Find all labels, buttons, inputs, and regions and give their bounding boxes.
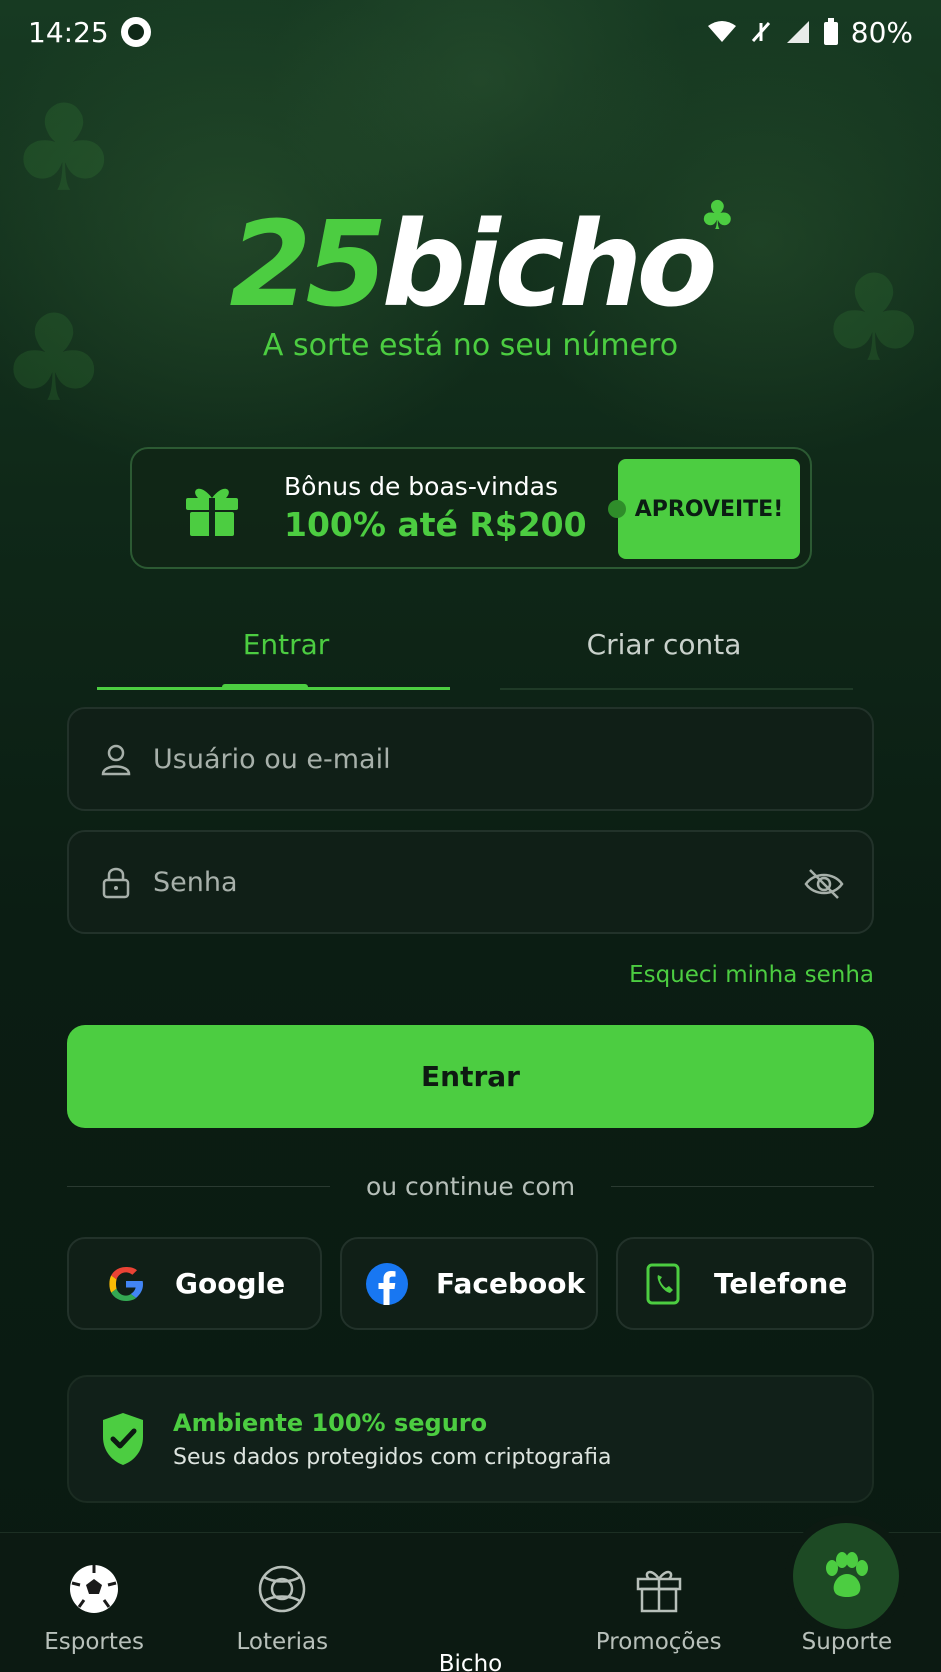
lock-icon	[102, 867, 130, 899]
battery-level: 80%	[850, 15, 913, 49]
facebook-login-button[interactable]: Facebook	[340, 1237, 598, 1330]
nav-label: Loterias	[236, 1629, 329, 1655]
tab-login-label: Entrar	[242, 628, 330, 661]
soccer-ball-icon	[70, 1565, 119, 1613]
username-input[interactable]	[153, 743, 713, 775]
clover-icon: ♣	[699, 193, 736, 239]
tab-signup-label: Criar conta	[586, 628, 742, 661]
nav-label: Esportes	[44, 1629, 144, 1655]
lottery-ball-icon	[259, 1565, 306, 1613]
google-icon	[109, 1266, 143, 1301]
status-time: 14:25	[28, 15, 109, 49]
bottom-navigation: Esportes Loterias Bicho Promoções Suport…	[0, 1523, 941, 1672]
divider-label: ou continue com	[365, 1172, 576, 1201]
bonus-title: Bônus de boas-vindas	[284, 472, 558, 501]
tagline: A sorte está no seu número	[262, 328, 679, 363]
battery-icon	[823, 18, 838, 45]
nav-label: Promoções	[595, 1629, 722, 1655]
social-login-row: Google Facebook Telefone	[67, 1237, 874, 1330]
active-tab-indicator	[222, 684, 308, 690]
facebook-icon	[366, 1262, 408, 1305]
phone-icon	[646, 1263, 680, 1304]
gift-icon	[636, 1570, 681, 1613]
nav-label: Suporte	[801, 1629, 893, 1655]
wifi-icon	[707, 21, 736, 42]
phone-label: Telefone	[714, 1267, 848, 1300]
secure-subtitle: Seus dados protegidos com criptografia	[173, 1444, 612, 1470]
username-field[interactable]	[67, 707, 874, 811]
brand-logo: ♣ 25bicho	[0, 193, 941, 323]
tab-signup[interactable]: Criar conta	[475, 620, 853, 690]
continue-with-divider: ou continue com	[67, 1172, 875, 1201]
clover-decoration: ♣	[10, 80, 118, 219]
phone-login-button[interactable]: Telefone	[616, 1237, 874, 1330]
paw-icon	[826, 1552, 869, 1597]
claim-bonus-button[interactable]: APROVEITE!	[608, 459, 800, 559]
facebook-label: Facebook	[436, 1267, 586, 1300]
user-icon	[101, 744, 131, 776]
gift-icon	[186, 488, 238, 536]
nav-item-promocoes[interactable]: Promoções	[565, 1533, 753, 1672]
status-bar: 14:25 80%	[0, 0, 941, 64]
auth-tabs: Entrar Criar conta	[97, 620, 853, 690]
logo-number: 25	[229, 195, 387, 333]
password-input[interactable]	[153, 866, 713, 898]
password-field[interactable]	[67, 830, 874, 934]
tab-login[interactable]: Entrar	[97, 620, 475, 690]
divider-line	[611, 1186, 875, 1187]
nav-item-esportes[interactable]: Esportes	[0, 1533, 188, 1672]
no-signal-icon	[751, 22, 770, 42]
forgot-password-link[interactable]: Esqueci minha senha	[629, 962, 874, 988]
google-login-button[interactable]: Google	[67, 1237, 322, 1330]
logo-name: bicho	[381, 195, 718, 333]
whatsapp-icon	[120, 17, 151, 47]
nav-label: Bicho	[438, 1651, 503, 1672]
eye-off-icon[interactable]	[804, 866, 844, 902]
active-nav-bubble	[793, 1523, 900, 1629]
bonus-offer: 100% até R$200	[284, 505, 587, 544]
secure-environment-card: Ambiente 100% seguro Seus dados protegid…	[67, 1375, 874, 1503]
login-button[interactable]: Entrar	[67, 1025, 874, 1128]
secure-title: Ambiente 100% seguro	[173, 1408, 488, 1437]
shield-check-icon	[103, 1413, 143, 1465]
divider-line	[67, 1186, 330, 1187]
nav-item-bicho[interactable]: Bicho	[376, 1523, 900, 1672]
nav-item-loterias[interactable]: Loterias	[188, 1533, 376, 1672]
signal-icon	[786, 21, 809, 43]
google-label: Google	[175, 1267, 286, 1300]
welcome-bonus-banner[interactable]: Bônus de boas-vindas 100% até R$200 APRO…	[130, 447, 812, 569]
